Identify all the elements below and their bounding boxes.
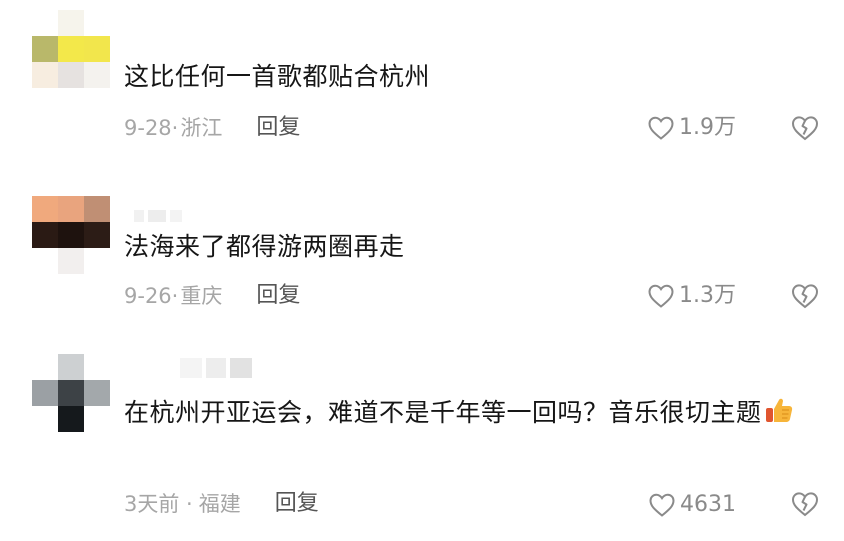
comment-date: 9-26· xyxy=(124,284,179,308)
comment-item: 在杭州开亚运会，难道不是千年等一回吗？音乐很切主题 3天前 · 福建 回复 46… xyxy=(0,340,844,541)
avatar[interactable] xyxy=(32,196,110,274)
broken-heart-icon xyxy=(790,114,820,142)
username[interactable] xyxy=(180,358,252,378)
like-count: 1.3万 xyxy=(679,283,736,308)
avatar[interactable] xyxy=(32,10,110,88)
comment-location: 福建 xyxy=(198,492,241,516)
comment-item: 法海来了都得游两圈再走 9-26· 重庆 回复 1.3万 xyxy=(0,160,844,340)
comment-meta: 9-26· 重庆 回复 xyxy=(124,282,300,310)
heart-outline-icon xyxy=(647,283,675,309)
comment-text-content: 在杭州开亚运会，难道不是千年等一回吗？音乐很切主题 xyxy=(124,398,762,427)
like-button[interactable]: 4631 xyxy=(648,491,736,519)
comment-location: 浙江 xyxy=(180,116,223,140)
reply-button[interactable]: 回复 xyxy=(275,490,319,518)
comment-item: 这比任何一首歌都贴合杭州 9-28· 浙江 回复 1.9万 xyxy=(0,0,844,160)
reply-button[interactable]: 回复 xyxy=(256,282,300,310)
comment-text: 这比任何一首歌都贴合杭州 xyxy=(124,62,431,91)
comment-date: 9-28· xyxy=(124,116,179,140)
reply-button[interactable]: 回复 xyxy=(256,114,300,142)
broken-heart-icon xyxy=(790,490,820,518)
dislike-button[interactable] xyxy=(790,282,820,310)
like-count: 4631 xyxy=(680,492,736,517)
heart-outline-icon xyxy=(648,492,676,518)
like-button[interactable]: 1.3万 xyxy=(647,282,736,310)
comment-location: 重庆 xyxy=(180,284,223,308)
comment-date: 3天前 · xyxy=(124,492,193,516)
heart-outline-icon xyxy=(647,115,675,141)
comment-meta: 9-28· 浙江 回复 xyxy=(124,114,300,142)
username[interactable] xyxy=(134,210,182,222)
like-button[interactable]: 1.9万 xyxy=(647,114,736,142)
dislike-button[interactable] xyxy=(790,114,820,142)
comment-meta: 3天前 · 福建 回复 xyxy=(124,490,319,518)
comment-text: 法海来了都得游两圈再走 xyxy=(124,232,405,261)
comment-text: 在杭州开亚运会，难道不是千年等一回吗？音乐很切主题 xyxy=(124,394,824,436)
broken-heart-icon xyxy=(790,282,820,310)
dislike-button[interactable] xyxy=(790,490,820,518)
thumbs-up-emoji-icon xyxy=(764,395,794,436)
avatar[interactable] xyxy=(32,354,110,432)
like-count: 1.9万 xyxy=(679,115,736,140)
